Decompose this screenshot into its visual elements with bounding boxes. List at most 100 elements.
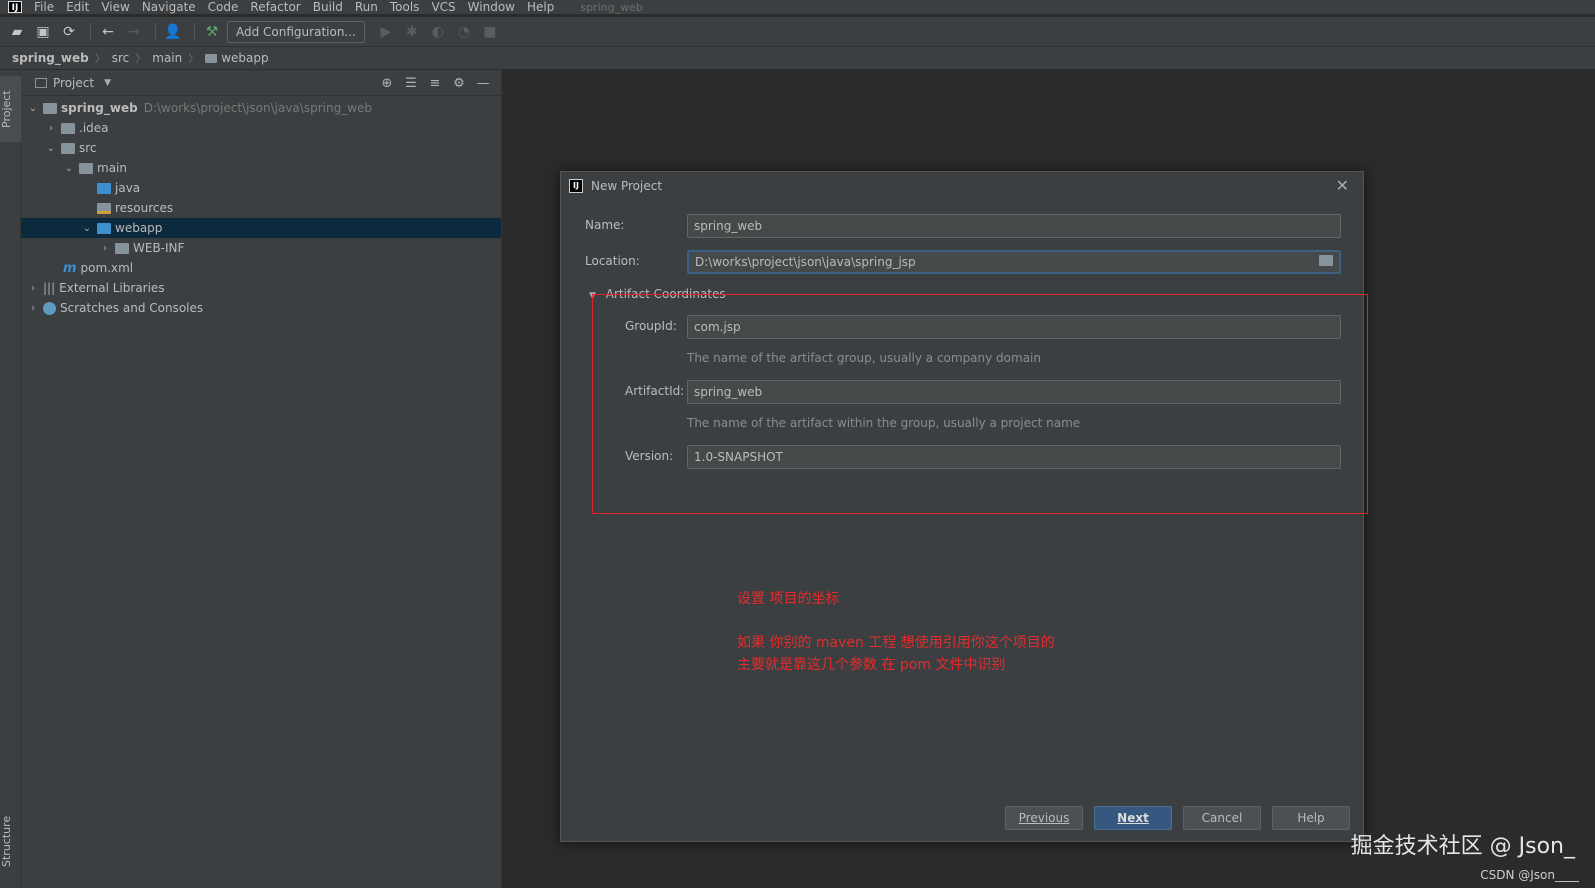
breadcrumb-webapp[interactable]: webapp [221, 51, 268, 65]
version-label: Version: [625, 449, 674, 463]
scratches-icon [43, 301, 56, 315]
window-title: spring_web [580, 0, 643, 14]
main-toolbar: ▰ ▣ ⟳ ← → 👤 ⚒ Add Configuration... ▶ ✱ ◐… [0, 17, 1595, 47]
add-configuration-button[interactable]: Add Configuration... [227, 20, 365, 43]
toolbar-divider [90, 22, 91, 41]
annotation-line-3: 主要就是靠这几个参数 在 pom 文件中识别 [737, 657, 1006, 673]
chevron-right-icon[interactable]: › [27, 283, 39, 294]
menu-run[interactable]: Run [355, 0, 378, 14]
tree-item-src[interactable]: ⌄ src [21, 138, 501, 158]
back-arrow-icon[interactable]: ← [97, 21, 119, 43]
menu-help[interactable]: Help [527, 0, 554, 14]
build-hammer-icon[interactable]: ⚒ [201, 21, 223, 43]
tree-item-pom[interactable]: m pom.xml [21, 258, 501, 278]
dialog-title: New Project [591, 179, 663, 193]
user-dropdown-icon[interactable]: 👤 [162, 21, 184, 43]
open-folder-icon[interactable]: ▰ [6, 21, 28, 43]
project-tool-tab[interactable]: Project [0, 76, 21, 142]
cancel-button[interactable]: Cancel [1183, 806, 1261, 830]
breadcrumb-project[interactable]: spring_web [12, 51, 89, 65]
coverage-icon[interactable]: ◐ [427, 21, 449, 43]
version-field[interactable]: 1.0-SNAPSHOT [687, 445, 1341, 469]
folder-icon [115, 242, 129, 254]
debug-icon[interactable]: ✱ [401, 21, 423, 43]
resources-folder-icon [97, 202, 111, 214]
tree-item-external-libraries[interactable]: › ||| External Libraries [21, 278, 501, 298]
annotation-line-1: 设置 项目的坐标 [737, 591, 840, 607]
watermark-sub: CSDN @Json____ [1480, 868, 1579, 882]
chevron-down-icon[interactable]: ⌄ [81, 223, 93, 234]
help-button[interactable]: Help [1272, 806, 1350, 830]
toolbar-divider [194, 22, 195, 41]
tree-item-scratches[interactable]: › Scratches and Consoles [21, 298, 501, 318]
minimize-icon[interactable]: — [471, 76, 495, 91]
menu-tools[interactable]: Tools [390, 0, 420, 14]
locate-icon[interactable]: ⊕ [375, 76, 399, 91]
location-label: Location: [585, 254, 640, 268]
breadcrumb-src[interactable]: src [112, 51, 130, 65]
breadcrumb-separator: 〉 [94, 52, 106, 65]
expand-all-icon[interactable]: ☰ [399, 76, 423, 91]
folder-icon [61, 122, 75, 134]
name-field[interactable]: spring_web [687, 214, 1341, 238]
next-button[interactable]: Next [1094, 806, 1172, 830]
tree-item-idea[interactable]: › .idea [21, 118, 501, 138]
gear-icon[interactable]: ⚙ [447, 76, 471, 91]
tree-item-label: WEB-INF [133, 241, 185, 255]
structure-tool-tab[interactable]: Structure [0, 806, 21, 876]
menu-code[interactable]: Code [208, 0, 239, 14]
run-icon[interactable]: ▶ [375, 21, 397, 43]
artifact-id-field[interactable]: spring_web [687, 380, 1341, 404]
tree-item-spring-web[interactable]: ⌄ spring_web D:\works\project\json\java\… [21, 98, 501, 118]
chevron-down-icon[interactable]: ⌄ [45, 143, 57, 154]
menu-edit[interactable]: Edit [66, 0, 89, 14]
profile-icon[interactable]: ◔ [453, 21, 475, 43]
breadcrumb-main[interactable]: main [152, 51, 182, 65]
location-field[interactable]: D:\works\project\json\java\spring_jsp [687, 250, 1341, 274]
chevron-right-icon[interactable]: › [45, 123, 57, 134]
chevron-down-icon[interactable]: ⌄ [27, 103, 39, 114]
menu-vcs[interactable]: VCS [431, 0, 455, 14]
forward-arrow-icon[interactable]: → [123, 21, 145, 43]
group-id-hint: The name of the artifact group, usually … [687, 351, 1041, 365]
tree-item-main[interactable]: ⌄ main [21, 158, 501, 178]
chevron-down-icon[interactable]: ⌄ [63, 163, 75, 174]
maven-icon: m [63, 260, 77, 276]
close-icon[interactable]: ✕ [1336, 176, 1349, 195]
group-id-field[interactable]: com.jsp [687, 315, 1341, 339]
left-tool-strip: Project Structure [0, 70, 21, 888]
menu-build[interactable]: Build [313, 0, 343, 14]
tree-item-path: D:\works\project\json\java\spring_web [143, 101, 373, 115]
tree-item-label: java [115, 181, 141, 195]
tree-item-label: .idea [79, 121, 109, 135]
intellij-logo-icon: IJ [8, 1, 22, 13]
tree-item-label: External Libraries [59, 281, 165, 295]
tree-item-label: webapp [115, 221, 163, 235]
previous-button-label: Previous [1018, 811, 1070, 825]
collapse-all-icon[interactable]: ≡ [423, 76, 447, 91]
panel-header-actions: ⊕ ☰ ≡ ⚙ — [375, 70, 495, 96]
chevron-right-icon[interactable]: › [27, 303, 39, 314]
tree-item-resources[interactable]: resources [21, 198, 501, 218]
menu-navigate[interactable]: Navigate [142, 0, 196, 14]
menu-refactor[interactable]: Refactor [250, 0, 300, 14]
sync-icon[interactable]: ⟳ [58, 21, 80, 43]
browse-folder-icon[interactable] [1319, 255, 1333, 266]
tree-item-webapp[interactable]: ⌄ webapp [21, 218, 501, 238]
save-icon[interactable]: ▣ [32, 21, 54, 43]
tree-item-label: spring_web [61, 101, 138, 115]
stop-icon[interactable]: ■ [479, 21, 501, 43]
menu-bar: IJ File Edit View Navigate Code Refactor… [0, 0, 1595, 14]
previous-button[interactable]: Previous [1005, 806, 1083, 830]
project-panel-title[interactable]: Project [53, 76, 94, 90]
intellij-logo-icon: IJ [569, 179, 583, 193]
menu-file[interactable]: File [34, 0, 54, 14]
menu-window[interactable]: Window [468, 0, 515, 14]
chevron-right-icon[interactable]: › [99, 243, 111, 254]
breadcrumb: spring_web 〉 src 〉 main 〉 webapp [0, 47, 1595, 70]
tree-item-java[interactable]: java [21, 178, 501, 198]
project-panel: Project ▼ ⊕ ☰ ≡ ⚙ — ⌄ spring_web D:\work… [21, 70, 502, 888]
menu-view[interactable]: View [101, 0, 129, 14]
tree-item-web-inf[interactable]: › WEB-INF [21, 238, 501, 258]
chevron-down-icon[interactable]: ▼ [104, 78, 111, 88]
